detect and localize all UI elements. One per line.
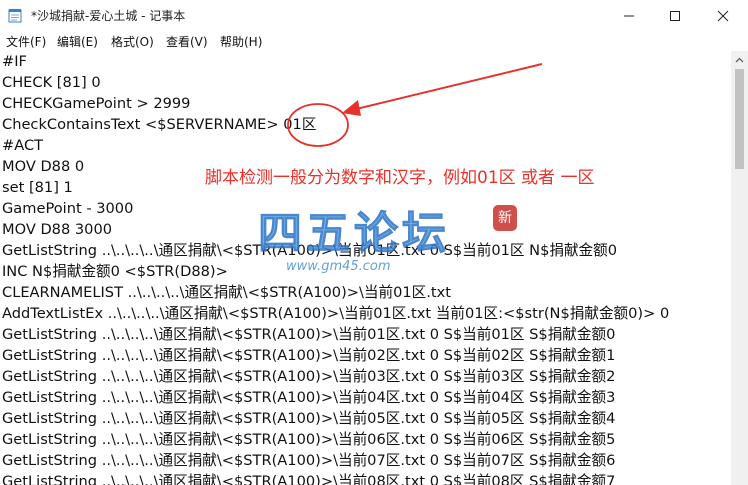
forum-watermark: 四五论坛 www.gm45.com 新 [258, 197, 523, 289]
vertical-scrollbar[interactable] [731, 51, 748, 485]
title-bar[interactable]: *沙城捐献-爱心土城 - 记事本 [0, 0, 748, 31]
scroll-up-button[interactable] [731, 51, 748, 68]
watermark-seal: 新 [493, 205, 517, 231]
scrollbar-thumb[interactable] [735, 69, 744, 169]
text-line: GetListString ..\..\..\..\通区捐献\<$STR(A10… [2, 410, 616, 427]
menu-format[interactable]: 格式(O) [111, 33, 154, 50]
minimize-icon [624, 15, 634, 16]
chevron-up-icon [735, 57, 744, 62]
watermark-logo-text: 四五论坛 [258, 208, 450, 260]
text-line: CHECK [81] 0 [2, 74, 101, 91]
text-line: CheckContainsText <$SERVERNAME> 01区 [2, 116, 317, 133]
notepad-icon [8, 9, 22, 23]
close-button[interactable] [698, 0, 748, 31]
text-line: #ACT [2, 137, 44, 154]
watermark-url: www.gm45.com [286, 259, 391, 274]
text-line: #IF [2, 53, 27, 70]
maximize-button[interactable] [652, 0, 698, 31]
text-line: GetListString ..\..\..\..\通区捐献\<$STR(A10… [2, 368, 616, 385]
menu-bar: 文件(F) 编辑(E) 格式(O) 查看(V) 帮助(H) [0, 31, 748, 51]
window-title: *沙城捐献-爱心土城 - 记事本 [31, 9, 186, 23]
text-line: GetListString ..\..\..\..\通区捐献\<$STR(A10… [2, 452, 616, 469]
menu-file[interactable]: 文件(F) [6, 33, 46, 50]
minimize-button[interactable] [606, 0, 652, 31]
text-line: CHECKGamePoint > 2999 [2, 95, 191, 112]
text-line: INC N$捐献金额0 <$STR(D88)> [2, 263, 228, 280]
text-line: AddTextListEx ..\..\..\..\通区捐献\<$STR(A10… [2, 305, 670, 322]
text-line: GetListString ..\..\..\..\通区捐献\<$STR(A10… [2, 326, 616, 343]
text-line: GetListString ..\..\..\..\通区捐献\<$STR(A10… [2, 431, 616, 448]
text-line: GetListString ..\..\..\..\通区捐献\<$STR(A10… [2, 347, 616, 364]
menu-view[interactable]: 查看(V) [166, 33, 208, 50]
text-line: GamePoint - 3000 [2, 200, 134, 217]
text-line: set [81] 1 [2, 179, 73, 196]
text-line: MOV D88 0 [2, 158, 85, 175]
text-line: GetListString ..\..\..\..\通区捐献\<$STR(A10… [2, 389, 616, 406]
maximize-icon [670, 10, 680, 21]
menu-edit[interactable]: 编辑(E) [57, 33, 98, 50]
text-line: MOV D88 3000 [2, 221, 113, 238]
close-icon [717, 10, 729, 21]
annotation-note: 脚本检测一般分为数字和汉字，例如01区 或者 一区 [205, 168, 595, 188]
notepad-window: *沙城捐献-爱心土城 - 记事本 文件(F) 编辑(E) 格式(O) 查看(V)… [0, 0, 748, 485]
text-line: GetListString ..\..\..\..\通区捐献\<$STR(A10… [2, 473, 616, 485]
menu-help[interactable]: 帮助(H) [220, 33, 262, 50]
